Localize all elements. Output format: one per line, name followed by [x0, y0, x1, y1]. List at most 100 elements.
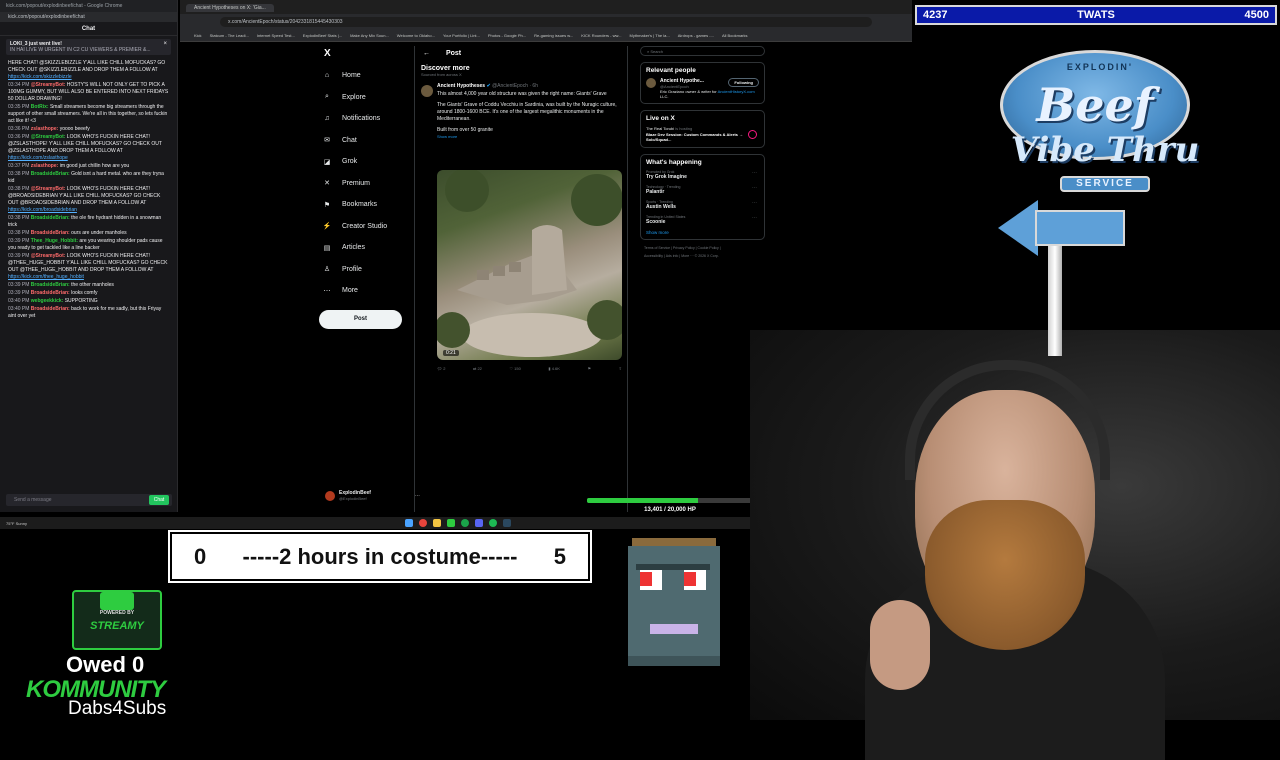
streamer-beard: [925, 500, 1085, 650]
footer-links-2[interactable]: Accessibility | Ads info | More ··· © 20…: [644, 252, 765, 260]
search-input[interactable]: ⌕ Search: [640, 46, 765, 56]
bookmark-item[interactable]: Re-gaming issues w...: [534, 33, 573, 38]
bookmarks-icon: ⚑: [323, 201, 331, 209]
nav-item-premium[interactable]: ✕ Premium: [320, 173, 410, 195]
message-username[interactable]: zslasthope:: [31, 126, 59, 132]
footer-links-1[interactable]: Terms of Service | Privacy Policy | Cook…: [644, 244, 765, 252]
nav-item-bookmarks[interactable]: ⚑ Bookmarks: [320, 194, 410, 216]
tweet-actions: 💬︎ 2 ⇄ 22 ♡ 150 ▮ 4.6K ⚑ ⇪: [437, 366, 622, 371]
message-link[interactable]: https://kick.com/thee_huge_hobbit: [8, 274, 84, 280]
streamy-bot-icon: [100, 592, 134, 610]
message-username[interactable]: zslasthope:: [31, 163, 59, 169]
more-icon[interactable]: ⋯: [752, 215, 757, 221]
person-bio-link[interactable]: AncientHistoryX.com: [718, 89, 755, 94]
nav-item-home[interactable]: ⌂ Home: [320, 65, 410, 87]
bookmark-item[interactable]: Make Any Mix Soun...: [350, 33, 389, 38]
following-button[interactable]: Following: [728, 78, 759, 87]
xbox-icon[interactable]: [460, 519, 469, 527]
chat-message-input[interactable]: Send a message: [6, 494, 172, 506]
trend-item[interactable]: Trending in United States Scoonie ⋯: [646, 215, 759, 225]
message-username[interactable]: @StreamyBot:: [31, 82, 66, 88]
more-icon[interactable]: ⋯: [752, 200, 757, 206]
bookmark-item[interactable]: Statcum - The Leadi...: [210, 33, 249, 38]
views-button[interactable]: ▮ 4.6K: [548, 366, 560, 371]
tweet-author-handle: @AncientEpoch · 6h: [492, 83, 538, 89]
discord-icon[interactable]: [474, 519, 483, 527]
nav-item-profile[interactable]: ♙ Profile: [320, 259, 410, 281]
nav-item-articles[interactable]: ▤ Articles: [320, 237, 410, 259]
chrome-icon[interactable]: [418, 519, 427, 527]
browser-tab[interactable]: Ancient Hypotheses on X: 'Gia...: [186, 4, 274, 12]
message-username[interactable]: @StreamyBot:: [31, 186, 66, 192]
message-username[interactable]: BroadsideBrian:: [31, 230, 70, 236]
message-username[interactable]: Thee_Huge_Hobbit:: [31, 238, 78, 244]
nav-item-chat[interactable]: ✉ Chat: [320, 130, 410, 152]
nav-item-notifications[interactable]: ♫ Notifications: [320, 108, 410, 130]
back-arrow-icon[interactable]: ←: [423, 50, 430, 57]
bookmark-item[interactable]: KICK Rounders - ww...: [581, 33, 621, 38]
bookmark-item[interactable]: Airdrops - games -...: [678, 33, 714, 38]
avatar[interactable]: [421, 85, 433, 97]
tweet-author-name[interactable]: Ancient Hypotheses: [437, 83, 485, 89]
message-username[interactable]: BroadsideBrian:: [31, 215, 70, 221]
bookmark-item[interactable]: Internet Speed Test...: [257, 33, 295, 38]
nav-item-grok[interactable]: ◪ Grok: [320, 151, 410, 173]
windows-start-icon[interactable]: [404, 519, 413, 527]
live-host: The Real Torubi: [646, 126, 675, 131]
x-logo-icon[interactable]: X: [324, 48, 410, 59]
nav-item-label: Profile: [342, 265, 362, 273]
live-space[interactable]: The Real Torubi is hosting Blaze Dev Ses…: [646, 126, 759, 143]
bookmark-item[interactable]: Mythmaker's | The la...: [630, 33, 670, 38]
twats-label: TWATS: [1077, 9, 1115, 21]
relevant-person[interactable]: Ancient Hypothe... @AncientEpoch Eric Gr…: [646, 78, 759, 99]
message-username[interactable]: BotRix:: [31, 104, 49, 110]
bookmark-item[interactable]: All Bookmarks: [722, 33, 748, 38]
tweet-video[interactable]: 0:21: [437, 170, 622, 360]
share-icon[interactable]: ⇪: [619, 366, 622, 371]
more-icon[interactable]: ⋯: [752, 170, 757, 176]
weather-widget[interactable]: 75°F Sunny: [6, 521, 27, 526]
avatar[interactable]: [646, 78, 656, 88]
chat-send-button[interactable]: Chat: [149, 495, 169, 505]
more-icon[interactable]: ⋯: [752, 185, 757, 191]
chat-url-bar[interactable]: kick.com/popout/explodinbeef/chat: [0, 12, 177, 22]
nav-item-creator-studio[interactable]: ⚡ Creator Studio: [320, 216, 410, 238]
trend-item[interactable]: Sports · Trending Austin Wells ⋯: [646, 200, 759, 210]
tweet[interactable]: Ancient Hypotheses ✔ @AncientEpoch · 6h …: [415, 81, 627, 139]
message-username[interactable]: BroadsideBrian:: [31, 290, 70, 296]
chat-message: 03:34 PM @StreamyBot: HOSTY'S WILL NOT O…: [8, 82, 169, 103]
reply-button[interactable]: 💬︎ 2: [437, 366, 445, 371]
address-bar[interactable]: x.com/AncientEpoch/status/20423318154454…: [220, 17, 872, 27]
trends-show-more[interactable]: Show more: [646, 230, 759, 235]
kick-icon[interactable]: [446, 519, 455, 527]
trend-item[interactable]: Promoted by Grok Try Grok Imagine ⋯: [646, 170, 759, 180]
show-more-link[interactable]: Show more: [437, 134, 621, 139]
x-right-sidebar: ⌕ Search Relevant people Ancient Hypothe…: [640, 46, 765, 260]
close-icon[interactable]: ×: [163, 41, 167, 47]
spotify-icon[interactable]: [488, 519, 497, 527]
message-link[interactable]: https://kick.com/zslasthope: [8, 155, 68, 161]
message-username[interactable]: webgeekkick:: [31, 298, 64, 304]
repost-button[interactable]: ⇄ 22: [473, 366, 482, 371]
message-link[interactable]: https://kick.com/skizzlebizzle: [8, 74, 72, 80]
message-username[interactable]: BroadsideBrian:: [31, 171, 70, 177]
message-username[interactable]: BroadsideBrian:: [31, 306, 70, 312]
nav-item-explore[interactable]: ⌕ Explore: [320, 87, 410, 109]
nav-item-more[interactable]: ⋯ More: [320, 280, 410, 302]
bookmark-item[interactable]: Kick: [194, 33, 202, 38]
message-username[interactable]: @StreamyBot:: [31, 134, 66, 140]
like-button[interactable]: ♡ 150: [509, 366, 520, 371]
message-link[interactable]: https://kick.com/broadsidebrian: [8, 207, 77, 213]
account-switcher[interactable]: ExplodinBeef @ExplodinBeef ···: [325, 490, 420, 501]
bookmark-item[interactable]: Welcome to Oklaho...: [397, 33, 435, 38]
bookmark-item[interactable]: Your Portfolio | Lint...: [443, 33, 480, 38]
bookmark-item[interactable]: Photos - Google Ph...: [488, 33, 526, 38]
post-button[interactable]: Post: [319, 310, 402, 329]
folder-icon[interactable]: [432, 519, 441, 527]
bookmark-icon[interactable]: ⚑: [587, 366, 591, 371]
message-username[interactable]: @StreamyBot:: [31, 253, 66, 259]
steam-icon[interactable]: [502, 519, 511, 527]
message-username[interactable]: BroadsideBrian:: [31, 282, 70, 288]
bookmark-item[interactable]: ExplodinBeef Stats |...: [303, 33, 342, 38]
trend-item[interactable]: Technology · Trending Palantir ⋯: [646, 185, 759, 195]
